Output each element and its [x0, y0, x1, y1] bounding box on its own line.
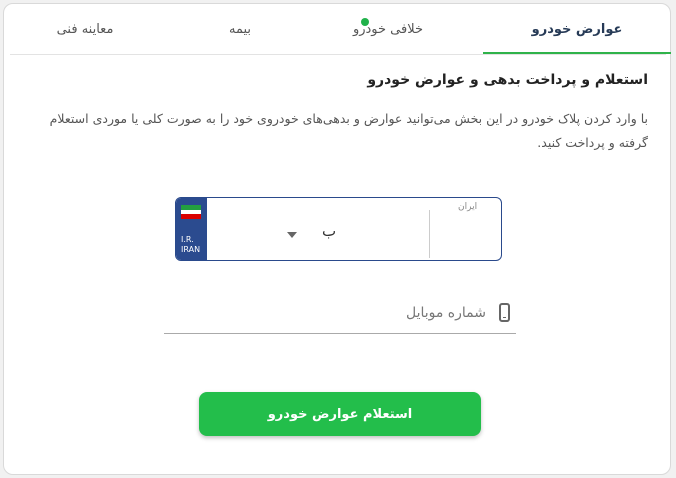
inquiry-card: عوارض خودرو خلافی خودرو بیمه معاینه فنی …: [3, 3, 671, 475]
chevron-down-icon[interactable]: [287, 232, 297, 238]
tab-bar: عوارض خودرو خلافی خودرو بیمه معاینه فنی: [10, 4, 671, 55]
iran-flag-icon: [181, 205, 201, 219]
plate-iran-label: ایران: [458, 202, 478, 212]
active-tab-indicator: [483, 52, 671, 54]
inquire-tolls-button[interactable]: استعلام عوارض خودرو: [199, 392, 481, 436]
license-plate-input[interactable]: I.R. IRAN ب ایران: [175, 197, 502, 261]
tab-label: عوارض خودرو: [531, 21, 623, 37]
tab-technical-inspection[interactable]: معاینه فنی: [10, 4, 160, 54]
tab-label: معاینه فنی: [56, 21, 114, 37]
plate-country-code-line2: IRAN: [181, 245, 201, 254]
tab-car-tolls[interactable]: عوارض خودرو: [483, 4, 671, 54]
tab-insurance[interactable]: بیمه: [160, 4, 320, 54]
mobile-placeholder: شماره موبایل: [405, 305, 486, 321]
mobile-number-field[interactable]: شماره موبایل: [164, 295, 516, 334]
plate-letter-select[interactable]: ب: [322, 222, 336, 240]
plate-country-code-line1: I.R.: [181, 235, 194, 244]
tab-car-violations[interactable]: خلافی خودرو: [298, 4, 478, 54]
tab-label: بیمه: [228, 21, 252, 37]
notification-dot: [361, 18, 369, 26]
page-description: با وارد کردن پلاک خودرو در این بخش می‌تو…: [49, 111, 648, 150]
plate-country-code: I.R. IRAN: [181, 235, 200, 255]
inquire-tolls-label: استعلام عوارض خودرو: [267, 406, 413, 422]
plate-divider: [429, 210, 430, 258]
plate-country-band: I.R. IRAN: [176, 198, 207, 260]
mobile-phone-icon: [499, 303, 510, 322]
page-title: استعلام و پرداخت بدهی و عوارض خودرو: [367, 72, 648, 88]
